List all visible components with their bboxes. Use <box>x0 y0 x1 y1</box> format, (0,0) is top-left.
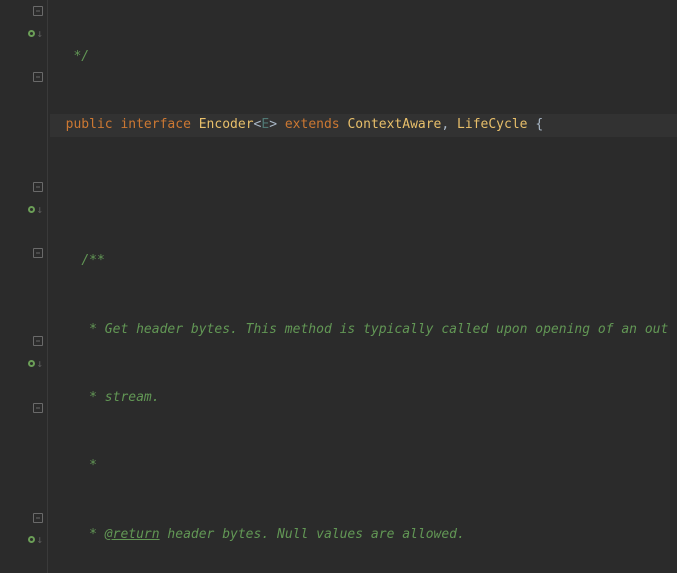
override-marker-icon[interactable]: ↓ <box>28 204 43 215</box>
code-text: */ <box>66 46 89 69</box>
fold-icon[interactable] <box>33 403 43 413</box>
caret-line: public interface Encoder<E> extends Cont… <box>50 114 677 137</box>
code-text: * stream. <box>81 387 159 410</box>
code-text: /** <box>81 250 104 273</box>
code-editor: ↓ ↓ ↓ ↓ */ <box>0 0 677 573</box>
override-marker-icon[interactable]: ↓ <box>28 534 43 545</box>
fold-icon[interactable] <box>33 513 43 523</box>
fold-icon[interactable] <box>33 182 43 192</box>
code-text <box>50 46 66 69</box>
code-text: * <box>81 455 97 478</box>
code-area[interactable]: */ public interface Encoder<E> extends C… <box>48 0 677 573</box>
javadoc-tag: @return <box>105 524 160 547</box>
override-marker-icon[interactable]: ↓ <box>28 28 43 39</box>
gutter: ↓ ↓ ↓ ↓ <box>0 0 48 573</box>
fold-icon[interactable] <box>33 248 43 258</box>
code-text: * Get header bytes. This method is typic… <box>81 319 668 342</box>
code-text: public <box>66 114 113 137</box>
fold-icon[interactable] <box>33 336 43 346</box>
fold-icon[interactable] <box>33 6 43 16</box>
override-marker-icon[interactable]: ↓ <box>28 358 43 369</box>
fold-icon[interactable] <box>33 72 43 82</box>
